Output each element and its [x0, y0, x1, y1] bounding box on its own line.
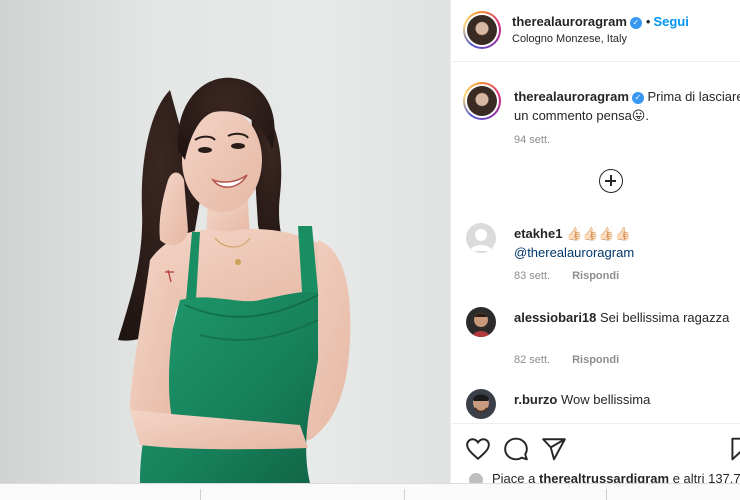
post-location[interactable]: Cologno Monzese, Italy	[512, 33, 627, 45]
comment-avatar[interactable]	[466, 223, 496, 253]
comment-username[interactable]: r.burzo	[514, 392, 557, 407]
comment-text: r.burzo Wow bellissima	[514, 390, 740, 409]
comment-username[interactable]: alessiobari18	[514, 310, 596, 325]
caption-time[interactable]: 94 sett.	[514, 134, 550, 146]
author-avatar-image	[467, 15, 497, 45]
comment-body: 👍🏻👍🏻👍🏻👍🏻	[566, 226, 631, 241]
post-actions: Piace a therealtrussardigram e altri 137…	[451, 423, 740, 483]
divider	[200, 489, 201, 500]
separator-dot: •	[645, 14, 651, 29]
comment-time[interactable]: 83 sett.	[514, 270, 550, 282]
verified-icon: ✓	[631, 91, 644, 104]
follow-button[interactable]: Segui	[653, 14, 688, 29]
verified-icon: ✓	[629, 16, 642, 29]
reply-button[interactable]: Rispondi	[572, 270, 619, 282]
comment-username[interactable]: etakhe1	[514, 226, 562, 241]
divider	[606, 489, 607, 500]
photo-illustration	[118, 77, 351, 483]
default-avatar-icon	[470, 229, 492, 251]
share-icon[interactable]	[541, 436, 567, 462]
divider	[404, 489, 405, 500]
caption-body-2: un commento pensa😛.	[514, 108, 649, 123]
header-author-line: therealauroragram ✓ • Segui	[512, 14, 689, 29]
author-avatar[interactable]	[463, 11, 501, 49]
caption-avatar-image	[467, 86, 497, 116]
avatar-image	[472, 313, 490, 337]
liker-avatar[interactable]	[468, 471, 484, 483]
comment-body: Wow bellissima	[560, 392, 651, 407]
comment-text: etakhe1 👍🏻👍🏻👍🏻👍🏻 @therealauroragram	[514, 224, 740, 262]
caption-body-1: Prima di lasciare	[647, 89, 740, 104]
likes-user[interactable]: therealtrussardigram	[539, 471, 669, 483]
comment-avatar[interactable]	[466, 307, 496, 337]
bookmark-icon[interactable]	[727, 436, 740, 462]
avatar-image	[473, 394, 489, 413]
post-photo[interactable]	[0, 0, 450, 483]
reply-button[interactable]: Rispondi	[572, 354, 619, 366]
likes-prefix: Piace a	[492, 471, 536, 483]
caption-text: therealauroragram ✓ Prima di lasciare un …	[514, 87, 740, 125]
comment-meta: 83 sett. Rispondi	[514, 270, 619, 282]
bottom-strip	[0, 483, 740, 500]
comment-meta: 82 sett. Rispondi	[514, 354, 619, 366]
author-username[interactable]: therealauroragram	[512, 14, 627, 29]
comment-avatar[interactable]	[466, 389, 496, 419]
caption-username[interactable]: therealauroragram	[514, 89, 629, 104]
comment-icon[interactable]	[503, 436, 529, 462]
likes-line: Piace a therealtrussardigram e altri 137…	[468, 471, 740, 483]
post-details-panel: therealauroragram ✓ • Segui Cologno Monzese…	[450, 0, 740, 483]
post-header: therealauroragram ✓ • Segui Cologno Monzese…	[451, 0, 740, 62]
comment-time[interactable]: 82 sett.	[514, 354, 550, 366]
heart-icon[interactable]	[465, 436, 491, 462]
comment-text: alessiobari18 Sei bellissima ragazza	[514, 308, 740, 327]
comment-body: Sei bellissima ragazza	[600, 310, 730, 325]
likes-suffix[interactable]: e altri 137.70	[673, 471, 740, 483]
comment-mention[interactable]: @therealauroragram	[514, 245, 634, 260]
caption-author-avatar[interactable]	[463, 82, 501, 120]
add-circle-icon[interactable]	[599, 169, 623, 193]
